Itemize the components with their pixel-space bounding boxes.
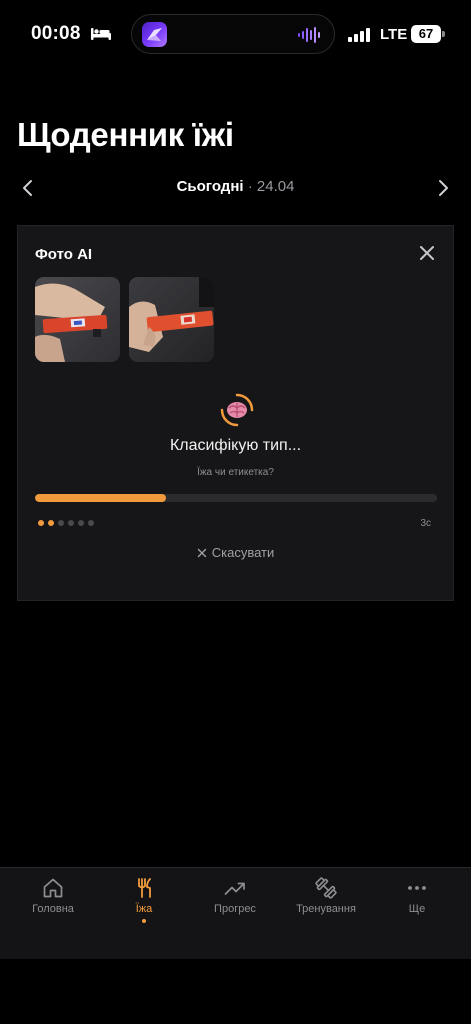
close-icon[interactable] xyxy=(417,243,437,263)
dumbbell-icon xyxy=(315,877,337,899)
card-title: Фото AI xyxy=(35,246,93,263)
progress-fill xyxy=(35,494,166,502)
photo-ai-card: Фото AI Класифікую тип... Їжа чи етикетк… xyxy=(17,225,454,601)
status-bar: 00:08 LTE 67 xyxy=(0,0,471,70)
tab-label: Тренування xyxy=(296,903,356,915)
sleep-focus-icon xyxy=(91,28,111,40)
page-title: Щоденник їжі xyxy=(17,116,234,153)
tab-progress[interactable]: Прогрес xyxy=(188,868,282,938)
cellular-signal-icon xyxy=(348,28,370,42)
step-indicator xyxy=(38,520,94,528)
photo-image xyxy=(129,277,214,362)
tab-label: Прогрес xyxy=(214,903,256,915)
now-playing-app-icon xyxy=(142,22,167,47)
tab-label: Головна xyxy=(32,903,74,915)
tab-label: Ще xyxy=(408,903,426,915)
food-photo-thumbnail[interactable] xyxy=(129,277,214,362)
status-time: 00:08 xyxy=(31,23,81,44)
step-dot xyxy=(78,520,84,526)
step-dot xyxy=(88,520,94,526)
step-dot xyxy=(58,520,64,526)
elapsed-timer: 3с xyxy=(420,518,431,529)
current-date[interactable]: Сьогодні · 24.04 xyxy=(0,178,471,195)
status-title: Класифікую тип... xyxy=(169,437,302,454)
home-icon xyxy=(43,878,63,898)
battery-level: 67 xyxy=(411,25,441,43)
close-icon xyxy=(197,548,206,558)
date-navigation: Сьогодні · 24.04 xyxy=(0,172,471,204)
step-dot xyxy=(48,520,54,526)
status-subtitle: Їжа чи етикетка? xyxy=(197,467,274,478)
date-separator: · xyxy=(243,178,257,195)
battery-cap xyxy=(442,31,445,37)
bottom-tab-bar: Головна Їжа Прогрес Тренування Ще xyxy=(0,867,471,959)
tab-home[interactable]: Головна xyxy=(6,868,100,938)
trend-up-icon xyxy=(224,882,245,895)
chevron-right-icon[interactable] xyxy=(432,177,454,199)
active-tab-indicator xyxy=(142,919,146,923)
date-value: 24.04 xyxy=(256,178,295,195)
photo-image xyxy=(35,277,120,362)
food-photo-thumbnail[interactable] xyxy=(35,277,120,362)
more-icon xyxy=(408,886,426,890)
step-dot xyxy=(38,520,44,526)
tab-label: Їжа xyxy=(135,903,153,915)
cancel-label: Скасувати xyxy=(211,545,275,560)
cancel-button[interactable]: Скасувати xyxy=(18,545,453,560)
tab-more[interactable]: Ще xyxy=(370,868,464,938)
progress-bar xyxy=(35,494,437,502)
brain-loading-icon xyxy=(220,393,254,427)
tab-food[interactable]: Їжа xyxy=(97,868,191,938)
tab-workouts[interactable]: Тренування xyxy=(279,868,373,938)
step-dot xyxy=(68,520,74,526)
network-type: LTE xyxy=(380,26,408,43)
date-today-label: Сьогодні xyxy=(176,178,244,195)
screen: 00:08 LTE 67 Щоденник їжі Сьогодні · 24.… xyxy=(0,0,471,1024)
dynamic-island[interactable] xyxy=(131,14,335,54)
battery-indicator: 67 xyxy=(411,25,445,43)
fork-knife-icon xyxy=(138,878,151,898)
audio-waveform-icon xyxy=(298,27,320,43)
